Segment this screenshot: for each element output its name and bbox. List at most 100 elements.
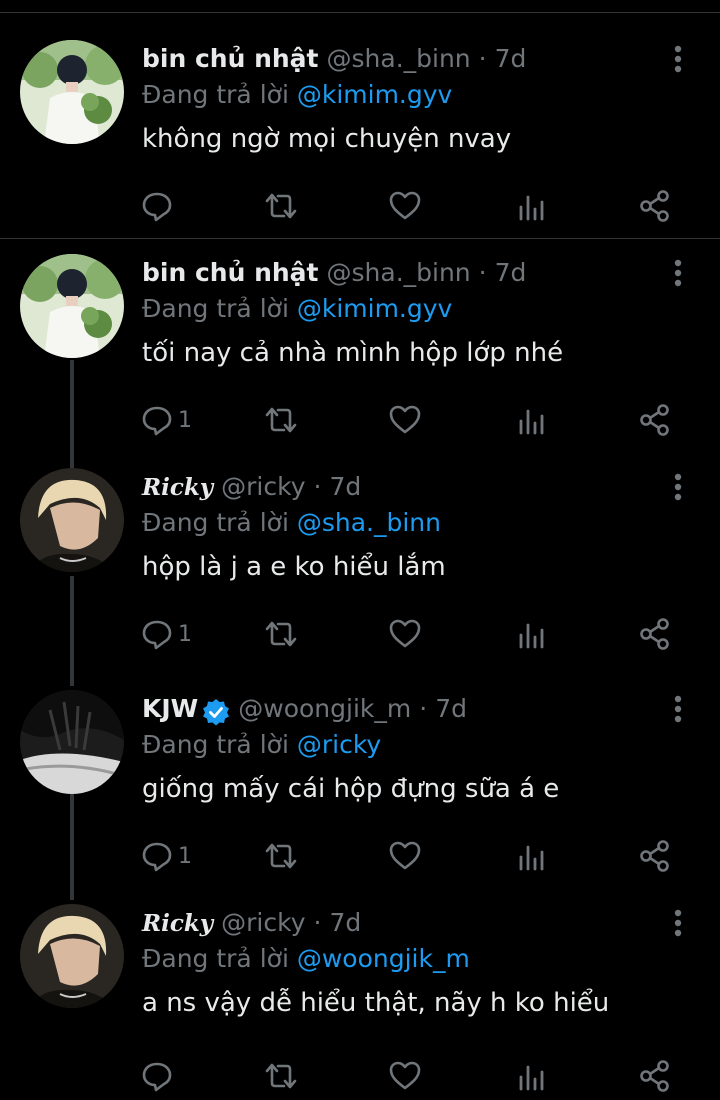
avatar[interactable] [20, 468, 124, 572]
tweet-text: hộp là j a e ko hiểu lắm [142, 552, 446, 582]
retweet-icon [265, 843, 297, 869]
retweet-button[interactable] [262, 616, 300, 652]
more-icon[interactable] [668, 908, 688, 938]
verified-badge-icon [203, 699, 230, 726]
share-icon [640, 404, 669, 436]
more-icon[interactable] [668, 472, 688, 502]
share-icon [640, 840, 669, 872]
replying-to: Đang trả lời @ricky [142, 730, 381, 759]
timestamp[interactable]: 7d [329, 908, 361, 937]
timestamp[interactable]: 7d [495, 258, 527, 287]
reply-mention[interactable]: @kimim.gyv [297, 80, 452, 109]
more-icon[interactable] [668, 258, 688, 288]
reply-mention[interactable]: @sha._binn [297, 508, 441, 537]
handle[interactable]: @woongjik_m [238, 694, 411, 723]
replying-to: Đang trả lời @kimim.gyv [142, 80, 452, 109]
reply-mention[interactable]: @kimim.gyv [297, 294, 452, 323]
share-button[interactable] [638, 838, 672, 874]
share-icon [640, 190, 669, 222]
like-button[interactable] [388, 838, 422, 874]
tweet-header: Ricky @ricky · 7d [142, 908, 361, 944]
tweet-actions [0, 1058, 720, 1094]
share-button[interactable] [638, 616, 672, 652]
retweet-icon [265, 1063, 297, 1089]
reply-button[interactable]: 1 [140, 616, 192, 652]
display-name[interactable]: KJW [142, 694, 198, 723]
tweet[interactable]: KJW @woongjik_m · 7d Đang trả lời @ricky… [0, 690, 720, 880]
separator-dot: · [313, 908, 322, 937]
views-button[interactable] [514, 402, 548, 438]
reply-button[interactable]: 1 [140, 838, 192, 874]
reply-button[interactable] [140, 188, 178, 224]
tweet-header: KJW @woongjik_m · 7d [142, 694, 467, 730]
more-icon[interactable] [668, 694, 688, 724]
display-name[interactable]: bin chủ nhật [142, 44, 319, 73]
tweet-divider [0, 238, 720, 239]
handle[interactable]: @ricky [221, 908, 305, 937]
reply-mention[interactable]: @ricky [297, 730, 381, 759]
tweet-actions [0, 188, 720, 224]
replying-to: Đang trả lời @woongjik_m [142, 944, 470, 973]
tweet[interactable]: Ricky @ricky · 7d Đang trả lời @woongjik… [0, 904, 720, 1100]
like-icon [389, 191, 421, 220]
views-button[interactable] [514, 1058, 548, 1094]
tweet[interactable]: bin chủ nhật @sha._binn · 7d Đang trả lờ… [0, 254, 720, 444]
tweet-actions: 1 [0, 616, 720, 652]
share-button[interactable] [638, 402, 672, 438]
top-divider [0, 12, 720, 13]
retweet-button[interactable] [262, 1058, 300, 1094]
separator-dot: · [313, 472, 322, 501]
retweet-icon [265, 193, 297, 219]
like-button[interactable] [388, 616, 422, 652]
separator-dot: · [478, 44, 487, 73]
views-icon [519, 195, 544, 221]
reply-icon [142, 620, 172, 650]
share-icon [640, 618, 669, 650]
reply-button[interactable]: 1 [140, 402, 192, 438]
retweet-button[interactable] [262, 838, 300, 874]
separator-dot: · [419, 694, 428, 723]
views-button[interactable] [514, 188, 548, 224]
like-button[interactable] [388, 402, 422, 438]
views-button[interactable] [514, 838, 548, 874]
handle[interactable]: @sha._binn [327, 258, 471, 287]
tweet-header: bin chủ nhật @sha._binn · 7d [142, 258, 526, 294]
tweet[interactable]: Ricky @ricky · 7d Đang trả lời @sha._bin… [0, 468, 720, 658]
like-icon [389, 619, 421, 648]
share-button[interactable] [638, 188, 672, 224]
avatar[interactable] [20, 904, 124, 1008]
handle[interactable]: @ricky [221, 472, 305, 501]
display-name[interactable]: Ricky [142, 474, 213, 501]
avatar[interactable] [20, 254, 124, 358]
timestamp[interactable]: 7d [329, 472, 361, 501]
views-button[interactable] [514, 616, 548, 652]
tweet[interactable]: bin chủ nhật @sha._binn · 7d Đang trả lờ… [0, 40, 720, 230]
reply-count: 1 [178, 621, 192, 647]
replying-to: Đang trả lời @sha._binn [142, 508, 441, 537]
reply-prefix: Đang trả lời [142, 730, 289, 759]
timestamp[interactable]: 7d [495, 44, 527, 73]
avatar[interactable] [20, 690, 124, 794]
reply-prefix: Đang trả lời [142, 508, 289, 537]
retweet-button[interactable] [262, 188, 300, 224]
retweet-icon [265, 407, 297, 433]
more-icon[interactable] [668, 44, 688, 74]
reply-button[interactable] [140, 1058, 178, 1094]
avatar[interactable] [20, 40, 124, 144]
tweet-text: tối nay cả nhà mình hộp lớp nhé [142, 338, 564, 368]
display-name[interactable]: bin chủ nhật [142, 258, 319, 287]
retweet-button[interactable] [262, 402, 300, 438]
reply-mention[interactable]: @woongjik_m [297, 944, 470, 973]
share-button[interactable] [638, 1058, 672, 1094]
display-name[interactable]: Ricky [142, 910, 213, 937]
like-button[interactable] [388, 1058, 422, 1094]
like-button[interactable] [388, 188, 422, 224]
share-icon [640, 1060, 669, 1092]
tweet-text: không ngờ mọi chuyện nvay [142, 124, 512, 154]
handle[interactable]: @sha._binn [327, 44, 471, 73]
like-icon [389, 1061, 421, 1090]
timestamp[interactable]: 7d [435, 694, 467, 723]
like-icon [389, 405, 421, 434]
reply-icon [142, 842, 172, 872]
reply-icon [142, 1062, 172, 1092]
